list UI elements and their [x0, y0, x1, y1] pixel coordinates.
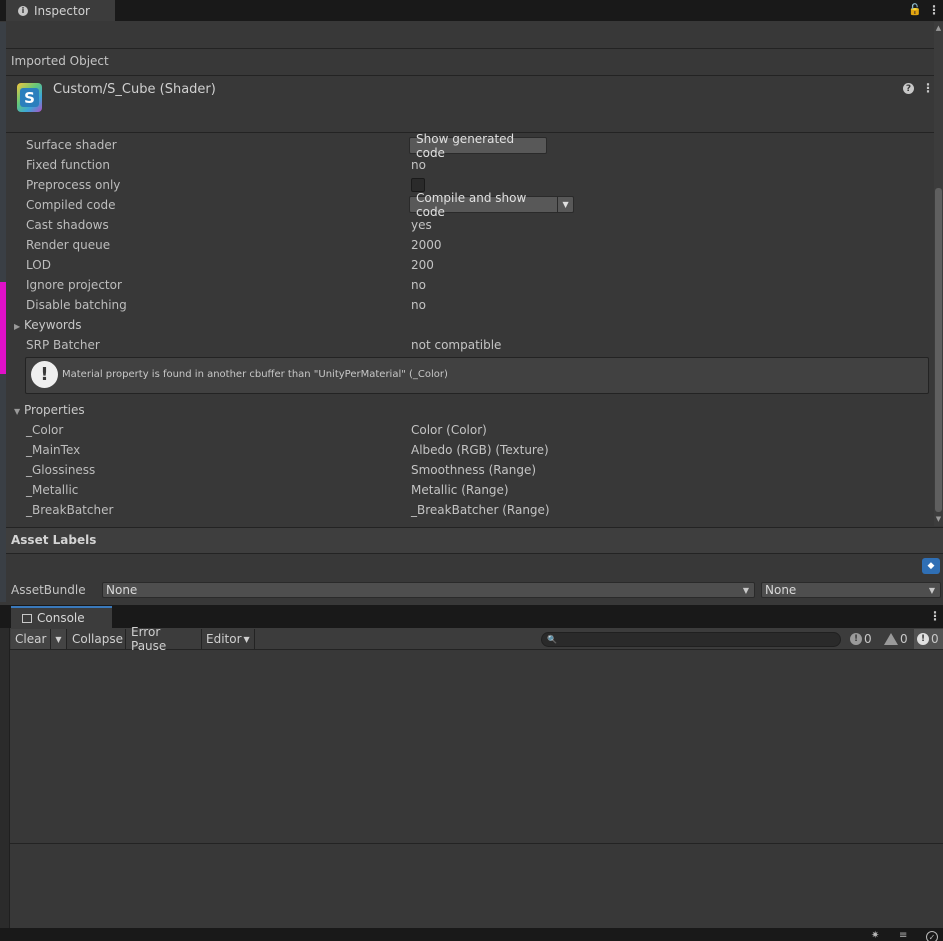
- editor-dropdown[interactable]: Editor ▼: [202, 629, 255, 649]
- console-log-list[interactable]: [10, 650, 943, 844]
- info-icon: !: [850, 633, 862, 645]
- srp-batcher-label: SRP Batcher: [26, 338, 100, 352]
- editor-dropdown-label: Editor: [206, 632, 242, 646]
- shader-property-name: _BreakBatcher: [26, 503, 114, 517]
- assetbundle-variant-dropdown[interactable]: None ▼: [761, 582, 941, 598]
- component-menu-icon[interactable]: ⋮: [922, 81, 934, 95]
- check-icon[interactable]: ✓: [926, 931, 938, 941]
- warning-icon: [884, 633, 898, 645]
- assetbundle-variant-value: None: [765, 583, 797, 597]
- error-icon: !: [917, 633, 929, 645]
- warning-count: 0: [900, 632, 908, 646]
- info-count-toggle[interactable]: ! 0: [847, 629, 877, 649]
- scroll-up-arrow-icon[interactable]: ▲: [934, 24, 943, 32]
- shader-property-type: Smoothness (Range): [411, 463, 537, 477]
- ignore-projector-value: no: [411, 278, 426, 292]
- lock-icon[interactable]: 🔓: [908, 3, 922, 17]
- dropdown-arrow-icon[interactable]: ▼: [557, 197, 573, 212]
- disable-batching-label: Disable batching: [26, 298, 127, 312]
- assetbundle-label: AssetBundle: [11, 583, 86, 597]
- scrollbar-thumb[interactable]: [935, 188, 942, 512]
- divider: [6, 48, 934, 49]
- properties-foldout[interactable]: ▼ Properties: [14, 403, 85, 417]
- bug-icon[interactable]: ✷: [871, 930, 879, 941]
- shader-property-type: _BreakBatcher (Range): [411, 503, 550, 517]
- shader-property-name: _Metallic: [26, 483, 79, 497]
- info-icon: i: [18, 5, 28, 16]
- warning-count-toggle[interactable]: 0: [881, 629, 911, 649]
- tab-inspector-label: Inspector: [34, 3, 90, 18]
- collapse-toggle[interactable]: Collapse: [68, 629, 126, 649]
- asset-labels-header: [6, 527, 943, 554]
- kebab-menu-icon[interactable]: ⋮: [928, 3, 940, 17]
- error-count: 0: [931, 632, 939, 646]
- console-window-icon: [22, 613, 32, 623]
- assetbundle-name-dropdown[interactable]: None ▼: [102, 582, 755, 598]
- compile-and-show-code-button[interactable]: Compile and show code ▼: [409, 191, 574, 219]
- label-tag-icon[interactable]: ◆: [922, 558, 940, 574]
- shader-property-type: Albedo (RGB) (Texture): [411, 443, 549, 457]
- keywords-foldout[interactable]: ▶ Keywords: [14, 318, 82, 332]
- inspector-tab-bar: [0, 0, 943, 21]
- show-generated-code-button[interactable]: Show generated code: [409, 132, 547, 160]
- render-queue-label: Render queue: [26, 238, 111, 252]
- preprocess-only-label: Preprocess only: [26, 178, 121, 192]
- warning-message: Material property is found in another cb…: [62, 369, 448, 380]
- scroll-down-arrow-icon[interactable]: ▼: [934, 515, 943, 523]
- shader-property-name: _Color: [26, 423, 64, 437]
- fixed-function-value: no: [411, 158, 426, 172]
- render-queue-value: 2000: [411, 238, 442, 252]
- shader-property-name: _Glossiness: [26, 463, 96, 477]
- shader-property-type: Metallic (Range): [411, 483, 509, 497]
- keywords-label: Keywords: [24, 318, 82, 332]
- asset-labels-title: Asset Labels: [11, 533, 97, 547]
- chevron-down-icon: ▼: [243, 634, 250, 644]
- assetbundle-name-value: None: [106, 583, 138, 597]
- lod-value: 200: [411, 258, 434, 272]
- warning-exclamation-icon: !: [31, 361, 58, 388]
- help-icon[interactable]: ?: [903, 83, 914, 94]
- properties-foldout-label: Properties: [24, 403, 85, 417]
- shader-asset-icon: S: [17, 83, 42, 112]
- console-detail-area[interactable]: [10, 845, 943, 927]
- lod-label: LOD: [26, 258, 51, 272]
- error-count-toggle[interactable]: ! 0: [914, 629, 943, 649]
- tab-inspector[interactable]: i Inspector: [6, 0, 115, 21]
- fixed-function-label: Fixed function: [26, 158, 110, 172]
- shader-property-type: Color (Color): [411, 423, 487, 437]
- tab-console-label: Console: [37, 611, 85, 625]
- clear-options-dropdown[interactable]: ▼: [51, 629, 67, 649]
- chevron-down-icon: ▼: [742, 585, 749, 595]
- foldout-collapsed-icon: ▶: [14, 322, 21, 331]
- surface-shader-label: Surface shader: [26, 138, 117, 152]
- layers-icon[interactable]: ≡: [899, 930, 907, 941]
- chevron-down-icon: ▼: [928, 585, 935, 595]
- shader-title: Custom/S_Cube (Shader): [53, 82, 216, 97]
- clear-button[interactable]: Clear: [11, 629, 51, 649]
- srp-batcher-value: not compatible: [411, 338, 502, 352]
- disable-batching-value: no: [411, 298, 426, 312]
- console-search-input[interactable]: 🔍: [541, 632, 841, 647]
- divider: [6, 75, 934, 76]
- left-panel-edge: [0, 628, 10, 928]
- shader-property-name: _MainTex: [26, 443, 81, 457]
- cast-shadows-label: Cast shadows: [26, 218, 109, 232]
- info-count: 0: [864, 632, 872, 646]
- kebab-menu-icon[interactable]: ⋮: [929, 609, 941, 623]
- imported-object-header: Imported Object: [11, 54, 109, 68]
- cast-shadows-value: yes: [411, 218, 432, 232]
- shader-icon-letter: S: [20, 88, 39, 107]
- ignore-projector-label: Ignore projector: [26, 278, 122, 292]
- error-pause-toggle[interactable]: Error Pause: [127, 625, 202, 653]
- tab-console[interactable]: Console: [11, 606, 112, 628]
- status-bar: [0, 928, 943, 941]
- compiled-code-label: Compiled code: [26, 198, 116, 212]
- foldout-expanded-icon: ▼: [14, 407, 21, 416]
- compile-button-label: Compile and show code: [416, 190, 527, 219]
